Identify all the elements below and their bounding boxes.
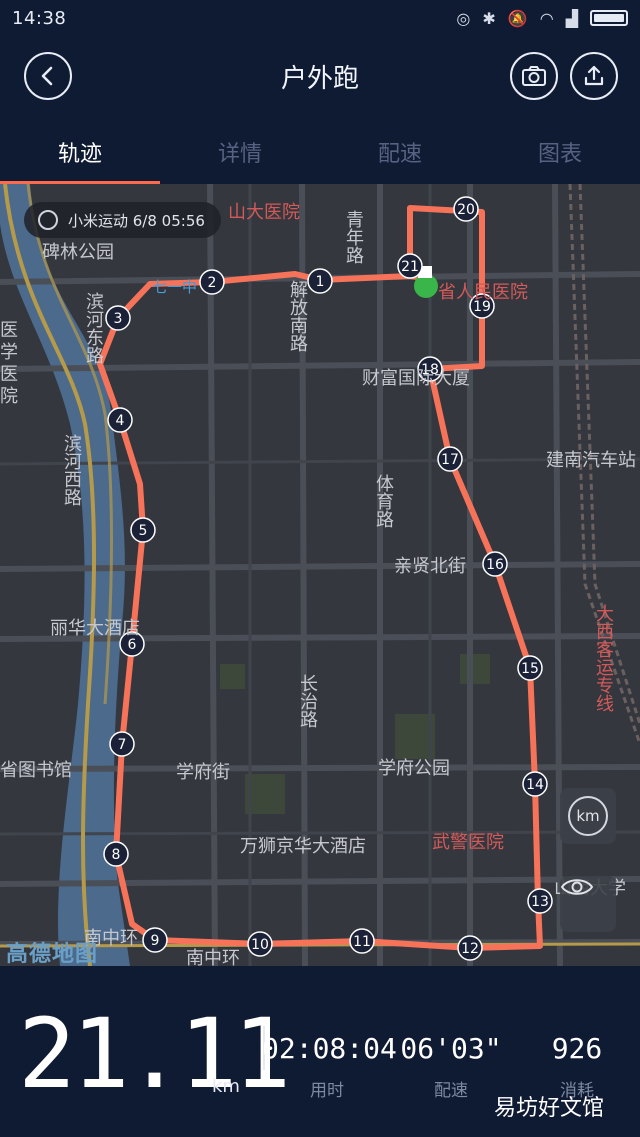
map-label-qinxian-street: 亲贤北街 [394,556,466,577]
signal-icon: ▟ [565,8,578,28]
map-label-hospital: 山大医院 [228,202,300,223]
camera-button[interactable] [510,52,558,100]
map-provider-logo: 高德地图 [6,942,99,966]
km-marker-12: 12 [457,935,483,961]
visibility-toggle-button[interactable] [560,876,616,932]
map-label-sign: 七一中 [152,278,198,296]
km-marker-17: 17 [437,446,463,472]
map-label-medical: 医学医院 [0,320,18,407]
duration-value: 02:08:04 [262,1032,397,1065]
km-marker-label: 3 [114,311,123,327]
map-label-tiyu-road: 体育路 [373,474,394,528]
km-marker-label: 21 [401,259,419,275]
km-marker-13: 13 [527,888,553,914]
km-toggle-button[interactable]: km [560,788,616,844]
camera-icon [522,66,546,86]
km-marker-label: 17 [441,452,459,468]
mute-icon: 🔕 [507,8,528,28]
status-bar: 14:38 ◎ ✱ 🔕 ◠ ▟ [0,0,640,36]
km-marker-label: 14 [526,777,544,793]
map-label-caifu: 财富国际大厦 [362,368,470,389]
status-time: 14:38 [12,7,67,29]
map-label-jiefang-road: 解放南路 [287,280,308,352]
km-icon: km [568,796,608,836]
km-marker-4: 4 [107,407,133,433]
map-label-nanzhonghuan: 南中环 [186,948,240,966]
km-marker-label: 5 [139,523,148,539]
km-marker-label: 13 [531,894,549,910]
activity-info-text: 小米运动 6/8 05:56 [68,211,205,230]
bluetooth-icon: ✱ [482,8,496,28]
location-icon: ◎ [456,8,471,28]
tab-details[interactable]: 详情 [160,116,320,184]
map-label-xuefu-street: 学府街 [176,762,230,783]
map-label-binhe-west: 滨河西路 [61,434,82,506]
header: 户外跑 [0,36,640,116]
map-label-wanshi-hotel: 万狮京华大酒店 [240,836,366,857]
share-button[interactable] [570,52,618,100]
map-label-qingnian-road: 青年路 [343,210,364,264]
map-label-stele-park: 碑林公园 [42,242,114,263]
km-marker-3: 3 [105,305,131,331]
tab-pace[interactable]: 配速 [320,116,480,184]
km-marker-10: 10 [247,931,273,957]
map-label-jiannan-station: 建南汽车站 [546,450,636,471]
map-label-library: 省图书馆 [0,760,72,781]
km-marker-8: 8 [103,841,129,867]
km-marker-label: 2 [208,275,217,291]
km-marker-label: 7 [118,737,127,753]
map-label-provincial-hospital: 省人民医院 [438,282,528,303]
km-marker-2: 2 [199,269,225,295]
km-marker-label: 9 [151,933,160,949]
km-marker-16: 16 [482,551,508,577]
pace-value: 06'03" [400,1032,502,1065]
map-label-lihua-hotel: 丽华大酒店 [50,618,140,639]
km-marker-1: 1 [307,268,333,294]
km-marker-label: 11 [353,934,371,950]
mi-fit-icon [38,210,58,230]
run-detail-screen: 14:38 ◎ ✱ 🔕 ◠ ▟ 户外跑 轨迹 详情 配速 图表 1 2 3 4 … [0,0,640,1137]
map-label-xuefu-park: 学府公园 [378,758,450,779]
run-stats: 21.11 km 02:08:04 用时 06'03" 配速 926 消耗 易坊… [0,966,640,1137]
tab-track[interactable]: 轨迹 [0,116,160,184]
km-marker-14: 14 [522,771,548,797]
map-label-rail-line: 大西客运专线 [593,604,614,712]
km-marker-label: 1 [316,274,325,290]
activity-info-chip: 小米运动 6/8 05:56 [24,202,221,238]
km-marker-7: 7 [109,731,135,757]
km-marker-15: 15 [517,655,543,681]
km-marker-9: 9 [142,927,168,953]
tab-chart[interactable]: 图表 [480,116,640,184]
km-marker-label: 12 [461,941,479,957]
km-marker-label: 20 [457,202,475,218]
km-marker-11: 11 [349,928,375,954]
km-marker-21: 21 [397,253,423,279]
calories-value: 926 [551,1032,603,1065]
distance-value: 21.11 [18,998,291,1110]
route-map[interactable]: 1 2 3 4 5 6 7 8 9 10 11 12 13 14 15 16 17 18 19 20 21 山大医院 碑… [0,184,640,966]
km-marker-label: 16 [486,557,504,573]
map-label-wujing-hospital: 武警医院 [432,832,504,853]
distance-unit: km [212,1076,240,1097]
km-marker-label: 15 [521,661,539,677]
share-icon [584,65,604,86]
battery-icon [590,10,628,26]
back-arrow-icon [41,66,53,86]
km-marker-label: 4 [116,413,125,429]
duration-label: 用时 [310,1081,344,1101]
tab-bar: 轨迹 详情 配速 图表 [0,116,640,184]
page-title: 户外跑 [280,63,359,94]
wifi-icon: ◠ [539,8,554,28]
km-marker-5: 5 [130,517,156,543]
status-icons: ◎ ✱ 🔕 ◠ ▟ [456,9,628,28]
km-marker-label: 10 [251,937,269,953]
km-marker-label: 8 [112,847,121,863]
map-label-changzhi-road: 长治路 [297,674,318,728]
back-button[interactable] [24,52,72,100]
eye-icon [560,879,594,895]
km-marker-20: 20 [453,196,479,222]
watermark: 易坊好文馆 [494,1096,605,1121]
map-label-binhe-east: 滨河东路 [83,292,104,364]
